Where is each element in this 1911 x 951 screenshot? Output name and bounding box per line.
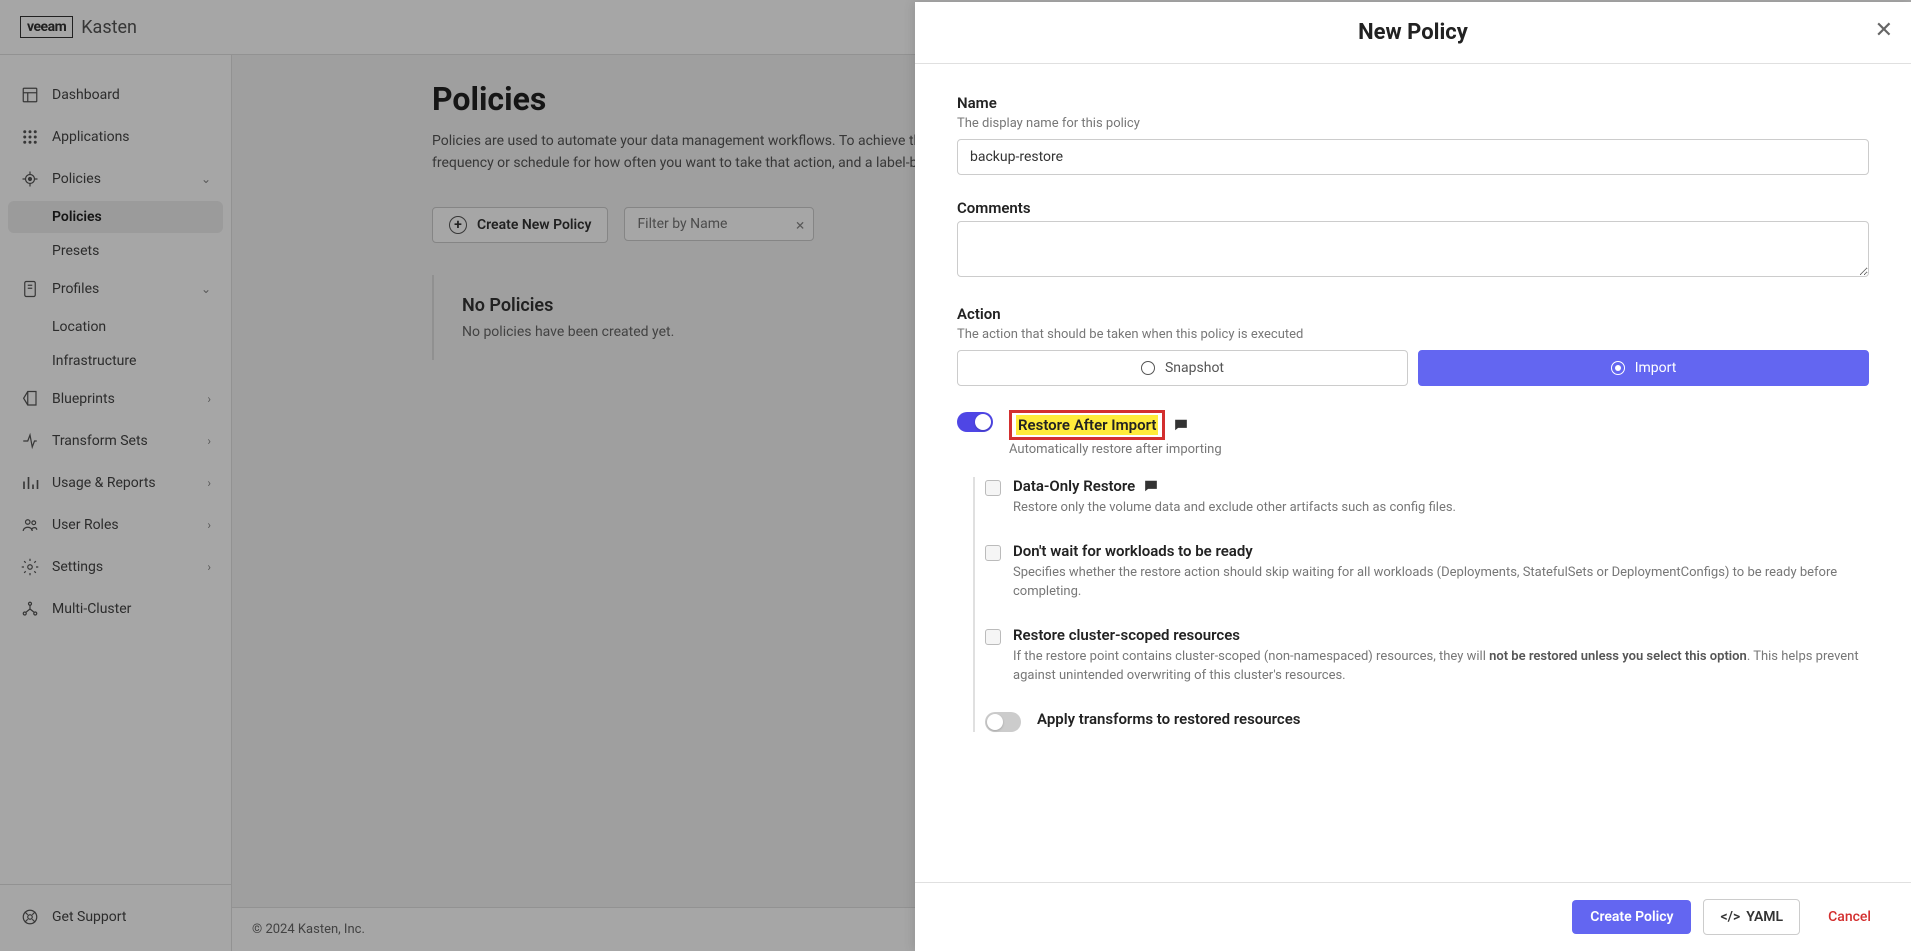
- action-field-group: Action The action that should be taken w…: [957, 305, 1869, 386]
- new-policy-drawer: New Policy ✕ Name The display name for t…: [915, 2, 1911, 951]
- comments-field-group: Comments: [957, 199, 1869, 281]
- close-icon: ✕: [1875, 18, 1893, 43]
- option-description: If the restore point contains cluster-sc…: [1013, 647, 1869, 686]
- name-field-group: Name The display name for this policy: [957, 94, 1869, 175]
- radio-icon: [1141, 361, 1155, 375]
- close-button[interactable]: ✕: [1875, 18, 1893, 43]
- data-only-restore-item: Data-Only Restore Restore only the volum…: [985, 477, 1869, 518]
- option-title: Restore cluster-scoped resources: [1013, 626, 1869, 644]
- apply-transforms-toggle[interactable]: [985, 712, 1021, 732]
- tooltip-icon[interactable]: [1173, 418, 1189, 432]
- action-import-option[interactable]: Import: [1418, 350, 1869, 386]
- option-description: Specifies whether the restore action sho…: [1013, 563, 1869, 602]
- option-label: Snapshot: [1165, 360, 1224, 376]
- action-hint: The action that should be taken when thi…: [957, 327, 1869, 342]
- drawer-footer: Create Policy </> YAML Cancel: [915, 882, 1911, 951]
- name-label: Name: [957, 94, 1869, 112]
- highlight-annotation: Restore After Import: [1009, 410, 1165, 440]
- toggle-description: Automatically restore after importing: [1009, 442, 1869, 457]
- cancel-button[interactable]: Cancel: [1812, 900, 1887, 934]
- radio-icon: [1611, 361, 1625, 375]
- action-label: Action: [957, 305, 1869, 323]
- restore-after-import-toggle[interactable]: [957, 412, 993, 432]
- action-segmented: Snapshot Import: [957, 350, 1869, 386]
- restore-after-import-title: Restore After Import: [1016, 415, 1158, 435]
- dont-wait-item: Don't wait for workloads to be ready Spe…: [985, 542, 1869, 602]
- toggle-title-wrap: Restore After Import: [1009, 410, 1869, 440]
- yaml-button[interactable]: </> YAML: [1703, 899, 1800, 935]
- option-title: Don't wait for workloads to be ready: [1013, 542, 1869, 560]
- option-description: Restore only the volume data and exclude…: [1013, 498, 1869, 518]
- drawer-title: New Policy: [1358, 20, 1468, 45]
- restore-options-group: Data-Only Restore Restore only the volum…: [973, 477, 1869, 732]
- comments-label: Comments: [957, 199, 1869, 217]
- option-title-wrap: Data-Only Restore: [1013, 477, 1869, 495]
- name-hint: The display name for this policy: [957, 116, 1869, 131]
- create-policy-submit-button[interactable]: Create Policy: [1572, 900, 1691, 934]
- option-label: Import: [1635, 360, 1677, 376]
- drawer-body: Name The display name for this policy Co…: [915, 64, 1911, 882]
- code-icon: </>: [1720, 909, 1740, 925]
- apply-transforms-block: Apply transforms to restored resources: [985, 710, 1869, 732]
- action-snapshot-option[interactable]: Snapshot: [957, 350, 1408, 386]
- data-only-restore-checkbox[interactable]: [985, 480, 1001, 496]
- option-title: Data-Only Restore: [1013, 477, 1135, 495]
- tooltip-icon[interactable]: [1143, 479, 1159, 493]
- dont-wait-checkbox[interactable]: [985, 545, 1001, 561]
- restore-cluster-scoped-item: Restore cluster-scoped resources If the …: [985, 626, 1869, 686]
- apply-transforms-title: Apply transforms to restored resources: [1037, 710, 1869, 728]
- restore-after-import-block: Restore After Import Automatically resto…: [957, 410, 1869, 457]
- name-input[interactable]: [957, 139, 1869, 175]
- button-label: YAML: [1746, 909, 1783, 925]
- comments-input[interactable]: [957, 221, 1869, 277]
- drawer-header: New Policy ✕: [915, 2, 1911, 64]
- restore-cluster-scoped-checkbox[interactable]: [985, 629, 1001, 645]
